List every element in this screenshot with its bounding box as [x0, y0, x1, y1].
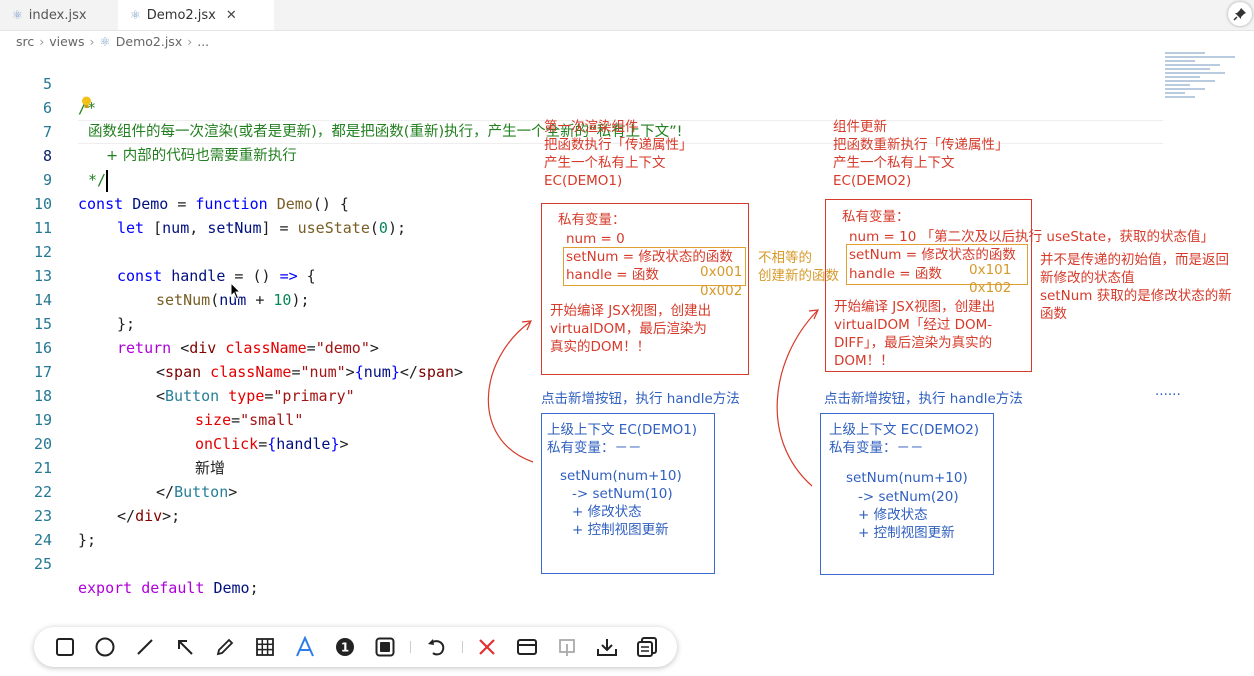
- text-tool-icon[interactable]: [293, 635, 317, 659]
- download-icon[interactable]: [595, 635, 619, 659]
- blur-tool-icon[interactable]: [373, 635, 397, 659]
- close-icon[interactable]: [475, 635, 499, 659]
- mosaic-tool-icon[interactable]: [253, 635, 277, 659]
- flow-arrow-1: [487, 321, 534, 463]
- line-tool-icon[interactable]: [133, 635, 157, 659]
- copy-icon[interactable]: [635, 635, 659, 659]
- undo-icon[interactable]: [425, 635, 449, 659]
- annotation-arrows: [487, 309, 819, 487]
- flow-arrow-2: [776, 310, 818, 487]
- step-number-label: 1: [341, 641, 349, 655]
- toolbar-divider: [462, 641, 463, 653]
- pin-to-screen-icon[interactable]: [555, 635, 579, 659]
- window-icon[interactable]: [515, 635, 539, 659]
- annotation-toolbar: 1: [34, 627, 677, 667]
- arrow-tool-icon[interactable]: [173, 635, 197, 659]
- pen-tool-icon[interactable]: [213, 635, 237, 659]
- toolbar-divider: [410, 641, 411, 653]
- ellipse-tool-icon[interactable]: [93, 635, 117, 659]
- step-number-tool-icon[interactable]: 1: [333, 635, 357, 659]
- rectangle-tool-icon[interactable]: [53, 635, 77, 659]
